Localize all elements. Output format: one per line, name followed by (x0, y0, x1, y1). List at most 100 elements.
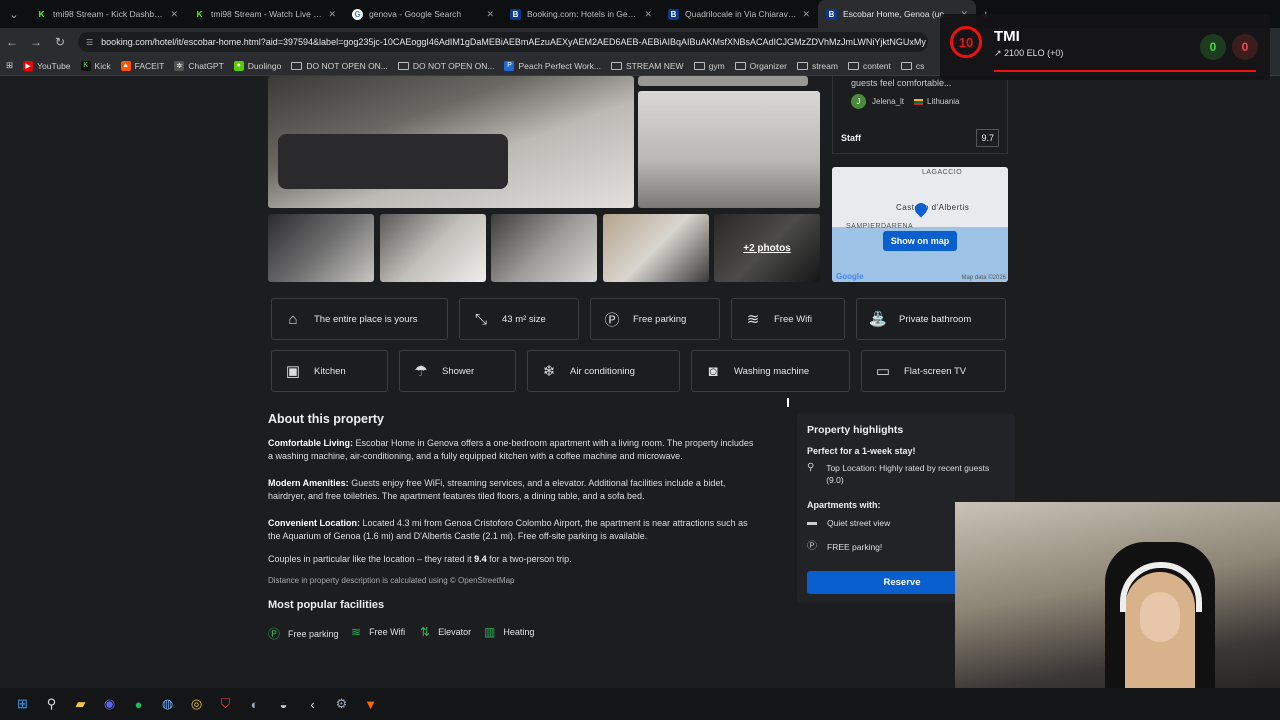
facility-shower: ☂ Shower (399, 350, 516, 392)
faceit-icon: ▲ (120, 60, 131, 71)
kick-icon: K (36, 8, 47, 20)
parking-icon: Ⓟ (268, 627, 281, 641)
file-explorer-icon[interactable]: ▰ (66, 692, 95, 716)
site-info-icon[interactable]: ☰ (86, 38, 93, 47)
folder-icon (610, 61, 622, 70)
app-icon[interactable]: ◍ (153, 692, 182, 716)
search-icon[interactable]: ⚲ (37, 692, 66, 716)
wifi-icon: ≋ (746, 311, 760, 328)
bookmark-duolingo[interactable]: ● Duolingo (233, 60, 281, 71)
tab-google-search[interactable]: Ggenova - Google Search ✕ (344, 0, 502, 28)
facility-size: ⤡ 43 m² size (459, 298, 579, 340)
photo-top[interactable] (638, 76, 808, 86)
highlights-apartments-with: Apartments with: (807, 500, 881, 510)
reviewer: J Jelena_lt Lithuania (851, 94, 1007, 109)
folder-icon (693, 61, 705, 70)
close-icon[interactable]: ✕ (170, 9, 178, 20)
windows-start-icon[interactable]: ⊞ (8, 692, 37, 716)
bookmark-faceit[interactable]: ▲ FACEIT (120, 60, 164, 71)
tab-kick-dashboard[interactable]: Ktmi98 Stream - Kick Dashboard ✕ (28, 0, 186, 28)
map-attribution: Map data ©2026 (961, 275, 1006, 281)
thumbnail-photo[interactable] (268, 214, 374, 282)
chatgpt-icon: ✲ (174, 60, 185, 71)
tv-icon: ▭ (875, 363, 891, 380)
popular-facility: Ⓟ Free parking (268, 627, 339, 641)
thumbnail-photo[interactable] (380, 214, 486, 282)
map-preview[interactable]: LAGACCIO Castello d'Albertis SAMPIERDARE… (832, 167, 1008, 282)
parking-icon: Ⓟ (807, 541, 817, 552)
about-paragraph: Comfortable Living: Escobar Home in Geno… (268, 438, 754, 461)
youtube-icon: ▶ (23, 60, 34, 71)
brave-icon[interactable]: ▼ (356, 692, 385, 716)
about-title: About this property (268, 412, 384, 426)
bookmark-folder[interactable]: Organizer (734, 61, 787, 71)
bookmark-youtube[interactable]: ▶ YouTube (23, 60, 71, 71)
chrome-icon[interactable]: ◎ (182, 692, 211, 716)
url-field[interactable]: ☰ booking.com/hotel/it/escobar-home.html?… (78, 32, 928, 52)
bookmark-folder[interactable]: gym (693, 61, 725, 71)
kitchen-icon: ▣ (285, 363, 301, 380)
thumbnail-photo[interactable] (491, 214, 597, 282)
tab-kick-live[interactable]: Ktmi98 Stream - Watch Live on Kick✕ (186, 0, 344, 28)
reload-icon[interactable]: ↻ (48, 35, 72, 49)
spotify-icon[interactable]: ● (124, 692, 153, 716)
obs-icon[interactable]: ◒ (269, 692, 298, 716)
snowflake-icon: ❄ (542, 363, 556, 380)
review-card: guests feel comfortable... J Jelena_lt Lit… (832, 76, 1008, 122)
bookmark-folder[interactable]: DO NOT OPEN ON... (291, 61, 388, 71)
tab-booking-hotels[interactable]: BBooking.com: Hotels in Genoa. Bo✕ (502, 0, 660, 28)
avatar: J (851, 94, 866, 109)
bookmark-chatgpt[interactable]: ✲ ChatGPT (174, 60, 224, 71)
discord-icon[interactable]: ◉ (95, 692, 124, 716)
bookmark-folder[interactable]: stream (796, 61, 838, 71)
map-label: Castello d'Albertis (896, 203, 970, 212)
popular-facility: ▥ Heating (484, 625, 535, 639)
settings-icon[interactable]: ⚙ (327, 692, 356, 716)
sofa-shape (278, 134, 508, 189)
bookmark-folder[interactable]: cs (900, 61, 924, 71)
facility-entire-place: ⌂ The entire place is yours (271, 298, 448, 340)
facility-wifi: ≋ Free Wifi (731, 298, 845, 340)
show-on-map-button[interactable]: Show on map (883, 231, 957, 251)
bookmark-folder[interactable]: STREAM NEW (610, 61, 684, 71)
folder-icon (734, 61, 746, 70)
close-icon[interactable]: ✕ (486, 9, 494, 20)
app-icon[interactable]: ‹ (298, 692, 327, 716)
close-icon[interactable]: ✕ (644, 9, 652, 20)
highlights-stay: Perfect for a 1-week stay! (807, 446, 916, 456)
close-icon[interactable]: ✕ (802, 9, 810, 20)
bookmark-kick[interactable]: K Kick (80, 60, 111, 71)
about-paragraph: Modern Amenities: Guests enjoy free WiFi… (268, 478, 726, 501)
map-label: LAGACCIO (922, 169, 963, 176)
more-photos-thumbnail[interactable]: +2 photos (714, 214, 820, 282)
close-icon[interactable]: ✕ (328, 9, 336, 20)
elo-bar (994, 70, 1256, 72)
more-photos-link[interactable]: +2 photos (714, 214, 820, 282)
couples-rating: Couples in particular like the location … (268, 554, 572, 564)
folder-icon (291, 61, 303, 70)
kick-icon: K (194, 8, 205, 20)
bookmark-peach[interactable]: P Peach Perfect Work... (504, 60, 601, 71)
facility-washing-machine: ◙ Washing machine (691, 350, 850, 392)
bathroom-photo[interactable] (638, 91, 820, 208)
player-name: TMI (994, 28, 1020, 45)
thumbnail-photo[interactable] (603, 214, 709, 282)
highlights-view: ▬ Quiet street view (807, 517, 891, 528)
folder-icon (796, 61, 808, 70)
tab-search-icon[interactable]: ⌄ (0, 0, 28, 28)
bookmark-folder[interactable]: DO NOT OPEN ON... (397, 61, 494, 71)
forward-icon[interactable]: → (24, 35, 48, 49)
bookmark-folder[interactable]: content (847, 61, 891, 71)
steam-icon[interactable]: ◐ (240, 692, 269, 716)
tab-quadrilocale[interactable]: B Quadrilocale in Via Chiaravagna ✕ (660, 0, 818, 28)
parking-icon: Ⓟ (604, 311, 620, 329)
location-pin-icon: ⚲ (807, 462, 815, 473)
main-photo[interactable] (268, 76, 634, 208)
facility-kitchen: ▣ Kitchen (271, 350, 388, 392)
apps-icon[interactable]: ⊞ (6, 60, 13, 71)
popular-facility: ≋ Free Wifi (351, 625, 406, 639)
folder-icon (397, 61, 409, 70)
shield-icon[interactable]: ⛉ (211, 692, 240, 716)
duolingo-icon: ● (233, 60, 244, 71)
back-icon[interactable]: ← (0, 35, 24, 49)
